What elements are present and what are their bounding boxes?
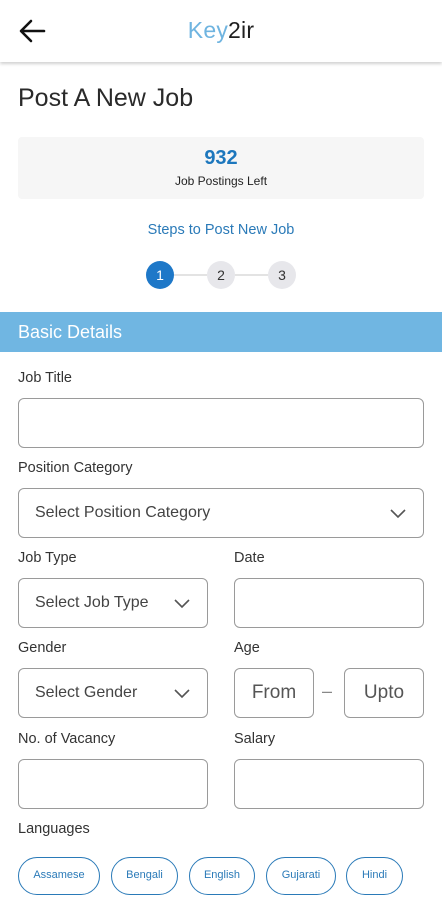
step-1[interactable]: 1 (146, 261, 174, 289)
age-range-separator: – (322, 681, 333, 701)
age-from-input[interactable] (235, 669, 313, 717)
vacancy-label: No. of Vacancy (18, 731, 116, 747)
steps-title: Steps to Post New Job (147, 222, 295, 238)
step-connector (174, 274, 207, 276)
age-upto-input[interactable] (345, 669, 423, 717)
vacancy-field (18, 759, 208, 809)
step-3[interactable]: 3 (268, 261, 296, 289)
salary-field (234, 759, 424, 809)
step-indicator: 1 2 3 (146, 261, 296, 289)
language-chip-bengali[interactable]: Bengali (111, 857, 178, 895)
logo-text-key: Key (187, 17, 229, 43)
section-header-basic-details: Basic Details (0, 312, 442, 352)
language-chip-hindi[interactable]: Hindi (346, 857, 403, 895)
date-field (234, 578, 424, 628)
gender-label: Gender (18, 640, 67, 656)
step-2[interactable]: 2 (207, 261, 235, 289)
job-type-select[interactable]: Select Job Type (18, 578, 208, 628)
position-category-select[interactable]: Select Position Category (18, 488, 424, 538)
gender-placeholder: Select Gender (35, 684, 138, 701)
date-input[interactable] (235, 579, 423, 627)
gender-select[interactable]: Select Gender (18, 668, 208, 718)
app-logo: Key2ir (0, 17, 442, 44)
chevron-down-icon (174, 689, 190, 699)
section-title: Basic Details (18, 322, 123, 342)
logo-text-2ir: 2ir (228, 17, 255, 43)
job-type-label: Job Type (18, 550, 77, 566)
salary-input[interactable] (235, 760, 423, 808)
job-title-field (18, 398, 424, 448)
step-connector (235, 274, 268, 276)
job-type-placeholder: Select Job Type (35, 594, 149, 611)
job-postings-left-card: 932 Job Postings Left (18, 137, 424, 199)
job-title-label: Job Title (18, 370, 72, 386)
top-app-bar: Key2ir (0, 0, 442, 62)
date-label: Date (234, 550, 265, 566)
age-upto-field (344, 668, 424, 718)
position-category-label: Position Category (18, 460, 133, 476)
language-chip-gujarati[interactable]: Gujarati (266, 857, 336, 895)
age-label: Age (234, 640, 260, 656)
vacancy-input[interactable] (19, 760, 207, 808)
page-title: Post A New Job (18, 84, 194, 112)
chevron-down-icon (390, 509, 406, 519)
language-chip-assamese[interactable]: Assamese (18, 857, 100, 895)
age-from-field (234, 668, 314, 718)
postings-left-label: Job Postings Left (174, 174, 268, 188)
position-category-placeholder: Select Position Category (35, 504, 211, 521)
job-title-input[interactable] (19, 399, 423, 447)
postings-left-count: 932 (204, 147, 238, 169)
salary-label: Salary (234, 731, 276, 747)
chevron-down-icon (174, 599, 190, 609)
languages-label: Languages (18, 821, 90, 837)
language-chip-english[interactable]: English (189, 857, 255, 895)
